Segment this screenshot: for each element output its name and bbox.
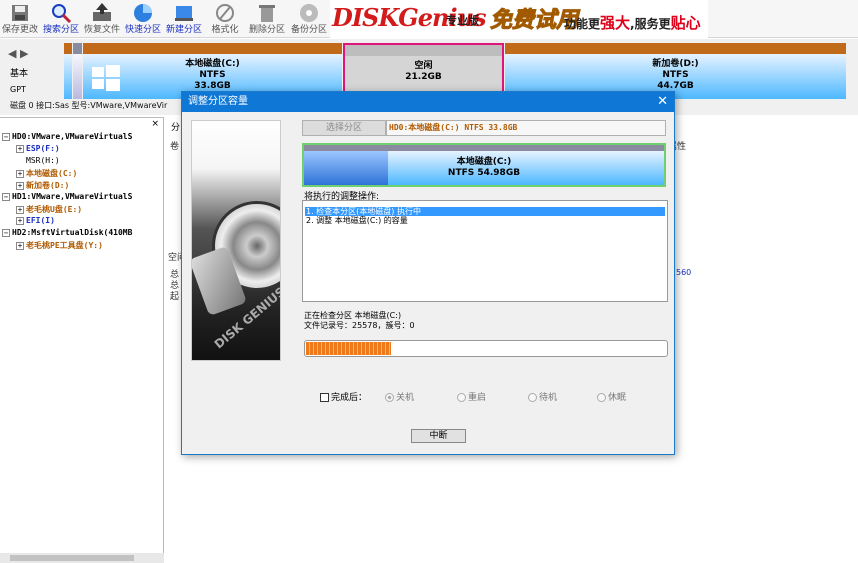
shutdown-radio[interactable]: 关机 [385,390,414,403]
toolbar: 保存更改 搜索分区 恢复文件 快速分区 新建分区 格式化 删除分区 备份分区 D… [0,0,858,38]
format-label: 格式化 [211,25,239,35]
disk-tree-panel: × − HD0:VMware,VMwareVirtualS + ESP(F:) MS… [0,117,164,563]
standby-radio[interactable]: 待机 [528,390,557,403]
free-space-name: 空闲 [414,61,433,71]
save-icon [12,5,28,21]
tree-item-esp[interactable]: + ESP(F:) [16,144,60,153]
value-fragment: 560 [676,268,692,277]
shutdown-label: 关机 [396,393,415,403]
delete-partition-label: 删除分区 [248,25,285,35]
resize-partition-dialog: 调整分区容量 ✕ DISK GENIUS 选择分区 HD0:本地磁盘(C:) N… [181,91,675,455]
operation-item[interactable]: 1. 检查本分区(本地磁盘) 执行中 [305,207,665,216]
radio-icon [457,393,466,402]
search-partition-label: 搜索分区 [42,25,79,35]
selected-partition-field: HD0:本地磁盘(C:) NTFS 33.8GB [386,120,666,136]
after-done-checkbox[interactable]: 完成后： [320,390,367,403]
volume-column-label: 卷 [170,142,180,152]
tree-item-hd1[interactable]: − HD1:VMware,VMwareVirtualS [2,192,132,201]
stop-button[interactable]: 中断 [411,429,466,443]
dialog-title: 调整分区容量 [188,96,248,107]
tree-horizontal-scrollbar[interactable] [0,553,164,563]
operation-item[interactable]: 2. 调整 本地磁盘(C:) 的容量 [305,216,665,225]
hibernate-label: 休眠 [608,393,627,403]
recover-files-label: 恢复文件 [83,25,120,35]
partition-esp-block[interactable] [64,43,72,99]
dialog-partition-name: 本地磁盘(C:) [456,157,512,167]
hibernate-radio[interactable]: 休眠 [597,390,626,403]
tree-item-c[interactable]: + 本地磁盘(C:) [16,168,77,179]
disk-nav-arrows[interactable]: ◀ ▶ [8,47,28,60]
partition-d-name: 新加卷(D:) [652,59,699,69]
select-partition-button[interactable]: 选择分区 [302,120,386,136]
partition-c-size: 33.8GB [194,81,231,91]
dialog-close-button[interactable]: ✕ [657,92,668,112]
radio-icon [597,393,606,402]
edition-label: 专业版 [446,14,479,27]
recover-icon [93,3,111,21]
tree-item-efi[interactable]: + EFI(I) [16,216,55,225]
save-button[interactable]: 保存更改 [0,0,40,38]
standby-label: 待机 [539,393,558,403]
backup-partition-button[interactable]: 备份分区 [289,0,329,38]
search-partition-button[interactable]: 搜索分区 [41,0,81,38]
restart-label: 重启 [468,393,487,403]
checkbox-icon [320,393,329,402]
tree-item-d[interactable]: + 新加卷(D:) [16,180,69,191]
tree-item-hd2[interactable]: − HD2:MsftVirtualDisk(410MB [2,228,132,237]
partition-c-name: 本地磁盘(C:) [185,59,240,69]
tree-item-msr[interactable]: MSR(H:) [16,156,60,165]
tab-partitions[interactable]: 分 [171,120,180,133]
promo-banner[interactable]: DISKGenius 专业版 免费试用 功能更强大,服务更贴心 [330,0,708,38]
hard-disk-illustration: DISK GENIUS [191,120,281,361]
disk-info-line: 磁盘 0 接口:Sas 型号:VMware,VMwareVir [10,101,168,110]
partition-msr-block[interactable] [73,43,82,99]
free-space-size: 21.2GB [405,72,442,82]
restart-radio[interactable]: 重启 [457,390,486,403]
partition-d-size: 44.7GB [657,81,694,91]
recover-files-button[interactable]: 恢复文件 [82,0,122,38]
progress-fill [306,342,391,355]
dialog-partition-detail: NTFS 54.98GB [447,168,521,178]
close-icon[interactable]: × [151,119,159,129]
partition-c-fs: NTFS [199,70,226,80]
backup-partition-label: 备份分区 [290,25,327,35]
radio-icon [385,393,394,402]
trash-icon [259,5,275,22]
progress-bar [304,340,668,357]
status-line-2: 文件记录号：25578，簇号：0 [304,321,415,330]
magnifier-icon [52,4,72,24]
new-partition-button[interactable]: 新建分区 [164,0,204,38]
tree-item-e[interactable]: + 老毛桃U盘(E:) [16,204,82,215]
format-button[interactable]: 格式化 [205,0,245,38]
save-label: 保存更改 [1,25,38,35]
partition-style-label: GPT [10,85,26,94]
format-icon [216,4,234,22]
backup-icon [300,4,318,22]
quick-partition-button[interactable]: 快速分区 [123,0,163,38]
tree-item-y[interactable]: + 老毛桃PE工具盘(Y:) [16,240,103,251]
new-partition-icon [175,6,193,21]
radio-icon [528,393,537,402]
disk-type-label: 基本 [10,69,29,79]
after-done-label: 完成后： [331,393,368,403]
operations-list: 1. 检查本分区(本地磁盘) 执行中 2. 调整 本地磁盘(C:) 的容量 [302,200,668,302]
dialog-partition-block: 本地磁盘(C:) NTFS 54.98GB [302,143,666,187]
slogan: 功能更强大,服务更贴心 [564,14,701,32]
new-partition-label: 新建分区 [165,25,202,35]
partition-d-fs: NTFS [662,70,689,80]
quick-partition-icon [134,4,152,22]
dialog-title-bar[interactable]: 调整分区容量 ✕ [182,92,674,112]
start-label: 起 [170,292,180,302]
tree-item-hd0[interactable]: − HD0:VMware,VMwareVirtualS [2,132,132,141]
delete-partition-button[interactable]: 删除分区 [246,0,288,38]
quick-partition-label: 快速分区 [124,25,161,35]
